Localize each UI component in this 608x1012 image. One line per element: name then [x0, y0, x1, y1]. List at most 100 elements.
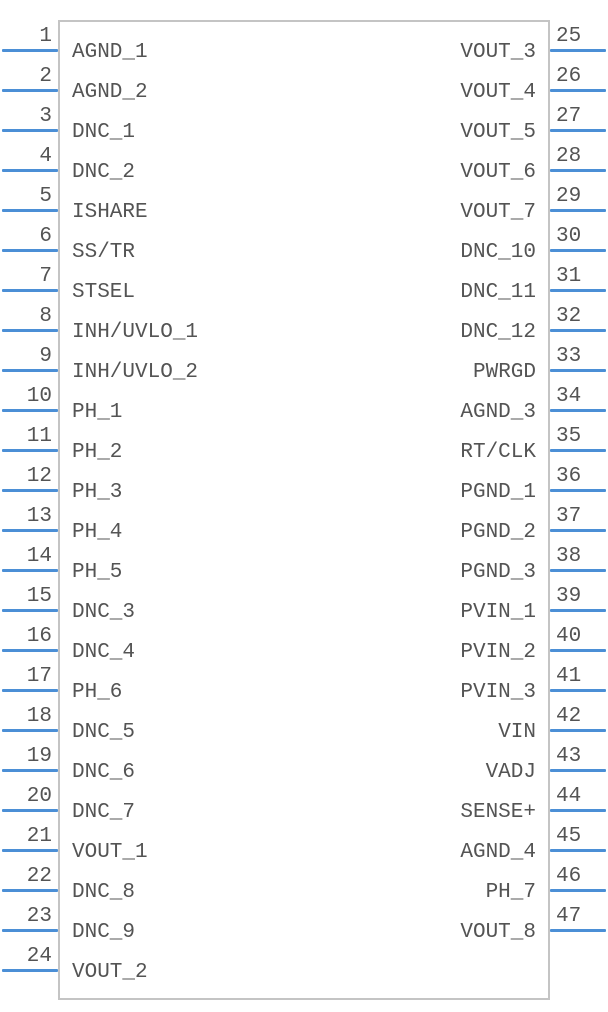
- pin-name: DNC_2: [72, 162, 135, 183]
- pin-name: DNC_1: [72, 122, 135, 143]
- pin-number: 11: [0, 426, 52, 447]
- pin-number: 2: [0, 66, 52, 87]
- pin-number: 18: [0, 706, 52, 727]
- pin-name: PGND_3: [460, 562, 536, 583]
- pin-lead: [2, 209, 58, 212]
- pin-number: 46: [556, 866, 581, 887]
- pin-number: 22: [0, 866, 52, 887]
- pin-name: STSEL: [72, 282, 135, 303]
- pin-lead: [550, 49, 606, 52]
- pin-name: DNC_9: [72, 922, 135, 943]
- pin-number: 15: [0, 586, 52, 607]
- pin-lead: [550, 569, 606, 572]
- pin-number: 40: [556, 626, 581, 647]
- pin-number: 35: [556, 426, 581, 447]
- pin-number: 19: [0, 746, 52, 767]
- pin-lead: [2, 169, 58, 172]
- pin-lead: [2, 329, 58, 332]
- pin-lead: [550, 249, 606, 252]
- pin-lead: [2, 809, 58, 812]
- pin-name: AGND_3: [460, 402, 536, 423]
- pin-number: 42: [556, 706, 581, 727]
- pin-number: 25: [556, 26, 581, 47]
- pin-number: 41: [556, 666, 581, 687]
- pin-number: 9: [0, 346, 52, 367]
- pin-number: 27: [556, 106, 581, 127]
- pin-lead: [550, 209, 606, 212]
- pin-number: 3: [0, 106, 52, 127]
- pin-number: 16: [0, 626, 52, 647]
- pin-lead: [550, 689, 606, 692]
- pin-name: PGND_2: [460, 522, 536, 543]
- pin-lead: [2, 649, 58, 652]
- pin-name: PVIN_3: [460, 682, 536, 703]
- pin-name: INH/UVLO_2: [72, 362, 198, 383]
- pin-lead: [2, 369, 58, 372]
- pin-name: PH_6: [72, 682, 122, 703]
- pin-lead: [550, 409, 606, 412]
- pin-name: DNC_5: [72, 722, 135, 743]
- pin-lead: [2, 769, 58, 772]
- pin-lead: [2, 889, 58, 892]
- pin-lead: [2, 289, 58, 292]
- pin-name: VOUT_5: [460, 122, 536, 143]
- pin-number: 43: [556, 746, 581, 767]
- pin-name: PVIN_1: [460, 602, 536, 623]
- pin-number: 14: [0, 546, 52, 567]
- pin-number: 29: [556, 186, 581, 207]
- pin-name: PGND_1: [460, 482, 536, 503]
- pin-lead: [550, 169, 606, 172]
- pin-name: VOUT_7: [460, 202, 536, 223]
- pin-lead: [2, 49, 58, 52]
- pin-number: 47: [556, 906, 581, 927]
- schematic-canvas: 1AGND_12AGND_23DNC_14DNC_25ISHARE6SS/TR7…: [0, 0, 608, 1012]
- pin-lead: [550, 329, 606, 332]
- pin-name: PH_5: [72, 562, 122, 583]
- pin-name: DNC_11: [460, 282, 536, 303]
- pin-lead: [550, 449, 606, 452]
- pin-name: RT/CLK: [460, 442, 536, 463]
- pin-lead: [2, 569, 58, 572]
- pin-lead: [2, 969, 58, 972]
- pin-name: PWRGD: [473, 362, 536, 383]
- pin-name: DNC_7: [72, 802, 135, 823]
- pin-number: 36: [556, 466, 581, 487]
- pin-number: 32: [556, 306, 581, 327]
- pin-name: VOUT_2: [72, 962, 148, 983]
- pin-name: VOUT_8: [460, 922, 536, 943]
- pin-lead: [550, 369, 606, 372]
- pin-name: AGND_4: [460, 842, 536, 863]
- pin-number: 45: [556, 826, 581, 847]
- pin-lead: [550, 649, 606, 652]
- pin-lead: [2, 529, 58, 532]
- pin-lead: [550, 609, 606, 612]
- pin-name: DNC_12: [460, 322, 536, 343]
- pin-name: ISHARE: [72, 202, 148, 223]
- pin-number: 21: [0, 826, 52, 847]
- pin-name: PH_1: [72, 402, 122, 423]
- pin-number: 5: [0, 186, 52, 207]
- pin-name: AGND_2: [72, 82, 148, 103]
- pin-number: 33: [556, 346, 581, 367]
- pin-lead: [550, 809, 606, 812]
- pin-name: VOUT_4: [460, 82, 536, 103]
- pin-number: 24: [0, 946, 52, 967]
- pin-name: SENSE+: [460, 802, 536, 823]
- pin-lead: [2, 89, 58, 92]
- pin-number: 30: [556, 226, 581, 247]
- pin-number: 34: [556, 386, 581, 407]
- pin-lead: [2, 129, 58, 132]
- pin-lead: [550, 129, 606, 132]
- pin-name: PH_3: [72, 482, 122, 503]
- pin-lead: [550, 729, 606, 732]
- pin-name: VIN: [498, 722, 536, 743]
- pin-name: PH_2: [72, 442, 122, 463]
- pin-number: 12: [0, 466, 52, 487]
- pin-lead: [2, 689, 58, 692]
- pin-number: 7: [0, 266, 52, 287]
- pin-lead: [2, 849, 58, 852]
- pin-lead: [550, 849, 606, 852]
- pin-lead: [2, 729, 58, 732]
- pin-number: 10: [0, 386, 52, 407]
- pin-name: PH_4: [72, 522, 122, 543]
